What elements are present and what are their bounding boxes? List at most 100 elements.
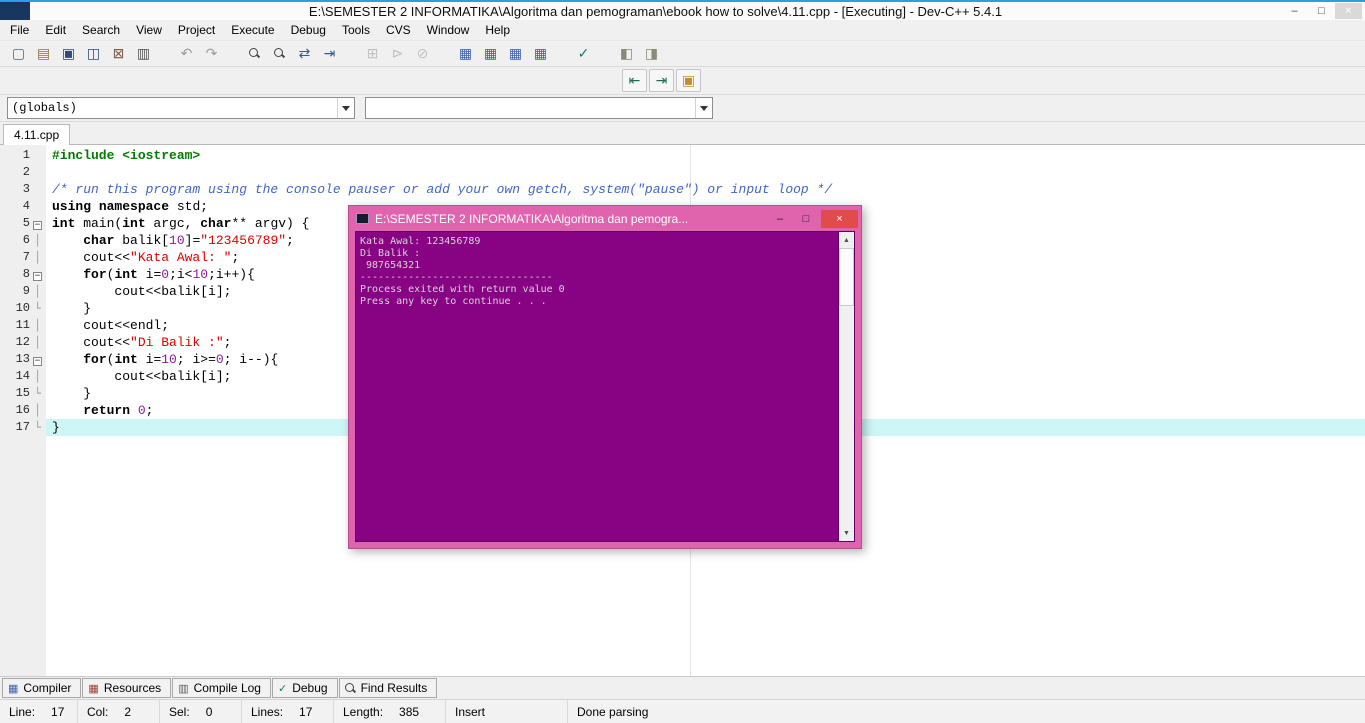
goto-line-icon[interactable]: ⇥ [317,42,342,65]
new-file-icon[interactable]: ▢ [6,42,31,65]
save-icon[interactable]: ▣ [56,42,81,65]
console-maximize-button[interactable]: □ [793,210,819,228]
fold-marker[interactable]: − [30,266,45,283]
menu-execute[interactable]: Execute [223,20,282,40]
maximize-button[interactable]: □ [1308,3,1335,19]
icon-glyph: ▦ [88,682,99,695]
menu-cvs[interactable]: CVS [378,20,419,40]
package-manager-icon[interactable]: ◧ [614,42,639,65]
goto-prev-window-icon[interactable]: ⇤ [622,69,647,92]
profiling-log-icon[interactable]: ▦ [528,42,553,65]
editor-tab[interactable]: 4.11.cpp [3,124,71,145]
status-label: Done parsing [577,704,649,719]
compile-log-icon: ▥ [178,682,188,695]
console-output-text: Kata Awal: 123456789 Di Balik : 987654321… [360,236,834,539]
minimize-button[interactable]: – [1281,3,1308,19]
rebuild-icon[interactable]: ▦ [453,42,478,65]
debug-icon[interactable]: ▦ [478,42,503,65]
window-controls: – □ × [1281,3,1362,19]
menu-file[interactable]: File [2,20,37,40]
editor-tab-label: 4.11.cpp [14,128,60,142]
tab-compile-log[interactable]: ▥ Compile Log [172,678,271,698]
close-button[interactable]: × [1335,3,1362,19]
console-window[interactable]: E:\SEMESTER 2 INFORMATIKA\Algoritma dan … [348,205,862,549]
icon-glyph: ⇥ [655,72,668,88]
gutter: 4 [0,198,46,215]
fold-marker: │ [34,234,41,247]
scroll-thumb[interactable] [839,248,854,306]
tab-resources[interactable]: ▦ Resources [82,678,172,698]
menu-search[interactable]: Search [74,20,128,40]
code-text: /* run this program using the console pa… [52,182,833,197]
icon-glyph: ▦ [483,45,498,61]
menu-help[interactable]: Help [477,20,518,40]
menu-tools[interactable]: Tools [334,20,378,40]
menu-window[interactable]: Window [419,20,478,40]
line-number: 6 [22,233,30,247]
line-number: 17 [15,420,30,434]
console-close-button[interactable]: × [821,209,858,228]
icon-glyph: ◧ [619,45,634,61]
tab-compiler[interactable]: ▦ Compiler [2,678,82,698]
full-screen-icon[interactable]: ▣ [676,69,701,92]
status-col: Col: 2 [78,700,160,723]
gutter: 3 [0,181,46,198]
editor-line-3[interactable]: 3 /* run this program using the console p… [0,181,1365,198]
package-install-icon[interactable]: ◨ [639,42,664,65]
gutter: 6 │ [0,232,46,249]
fold-marker[interactable]: − [30,351,45,368]
line-number: 14 [15,369,30,383]
gutter: 10 └ [0,300,46,317]
console-scrollbar[interactable]: ▲ ▼ [838,232,854,541]
toolbar-group: ⊞ ⊳ ⊘ [360,42,435,65]
gutter: 11 │ [0,317,46,334]
scroll-down-icon[interactable]: ▼ [839,525,854,541]
members-dropdown[interactable] [365,97,713,119]
scroll-up-icon[interactable]: ▲ [839,232,854,248]
menu-edit[interactable]: Edit [37,20,74,40]
close-file-icon[interactable]: ⊠ [106,42,131,65]
status-label: Insert [455,704,486,719]
console-output-line: Process exited with return value 0 [360,284,565,295]
redo-icon[interactable]: ↷ [199,42,224,65]
replace-icon[interactable]: ⇄ [292,42,317,65]
status-value: 17 [51,704,65,719]
find-in-files-icon[interactable] [267,42,292,65]
globals-dropdown[interactable]: (globals) [7,97,355,119]
syntax-check-icon[interactable]: ✓ [571,42,596,65]
fold-collapse-icon[interactable]: − [33,221,42,230]
line-number: 11 [15,318,30,332]
chevron-down-icon[interactable] [337,98,354,118]
console-minimize-button[interactable]: – [767,210,793,228]
menu-project[interactable]: Project [170,20,223,40]
fold-marker: └ [34,421,41,434]
fold-collapse-icon[interactable]: − [33,357,42,366]
undo-icon[interactable]: ↶ [174,42,199,65]
icon-glyph: ▦ [508,45,523,61]
gutter: 9 │ [0,283,46,300]
editor-line-2[interactable]: 2 [0,164,1365,181]
gutter: 1 [0,147,46,164]
fold-marker: └ [34,387,41,400]
find-icon[interactable] [242,42,267,65]
icon-glyph: ✓ [277,682,288,695]
fold-marker[interactable]: − [30,215,45,232]
chevron-down-icon[interactable] [695,98,712,118]
tab-label: Compile Log [193,681,261,695]
print-icon[interactable]: ▥ [131,42,156,65]
line-number: 10 [15,301,30,315]
editor-line-1[interactable]: 1 #include <iostream> [0,147,1365,164]
menu-debug[interactable]: Debug [283,20,334,40]
globals-dropdown-value: (globals) [12,101,77,115]
save-all-icon[interactable]: ◫ [81,42,106,65]
tab-debug[interactable]: ✓ Debug [271,678,338,698]
tab-find-results[interactable]: Find Results [338,678,438,698]
fold-marker: └ [34,302,41,315]
open-file-icon[interactable]: ▤ [31,42,56,65]
goto-next-window-icon[interactable]: ⇥ [649,69,674,92]
icon-glyph: ◫ [86,45,101,61]
menu-view[interactable]: View [128,20,170,40]
profile-icon[interactable]: ▦ [503,42,528,65]
fold-collapse-icon[interactable]: − [33,272,42,281]
